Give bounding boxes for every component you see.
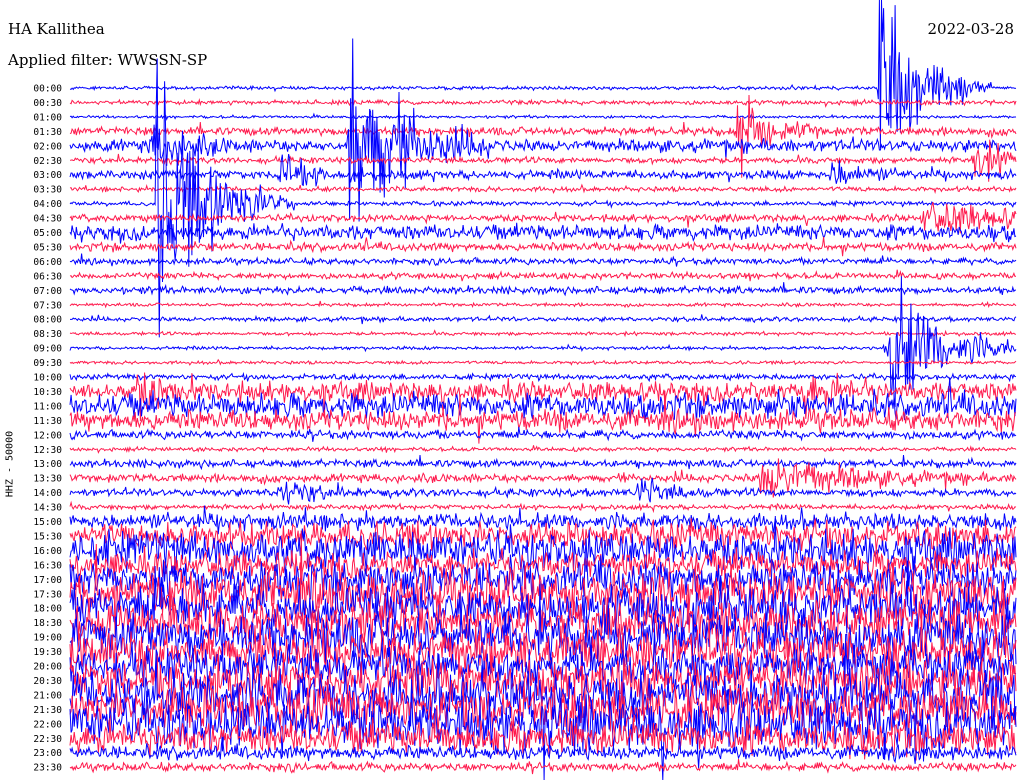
row-time-label: 06:30 — [33, 271, 62, 282]
y-axis-label-text: HHZ - 50000 — [4, 430, 16, 498]
row-time-label: 12:00 — [33, 430, 62, 441]
trace-line — [69, 98, 1017, 108]
row-time-label: 05:30 — [33, 242, 62, 253]
row-time-label: 00:30 — [33, 98, 62, 109]
trace-line — [69, 300, 1017, 309]
y-axis-label: HHZ - 50000 — [2, 424, 18, 504]
row-time-label: 05:00 — [33, 228, 62, 239]
row-time-label: 03:30 — [33, 185, 62, 196]
row-time-label: 21:30 — [33, 705, 62, 716]
row-time-label: 04:00 — [33, 199, 62, 210]
row-time-label: 04:30 — [33, 214, 62, 225]
row-time-label: 18:00 — [33, 604, 62, 615]
row-time-label: 09:30 — [33, 358, 62, 369]
row-time-label: 17:30 — [33, 589, 62, 600]
trace-line — [69, 58, 1017, 338]
trace-line — [69, 426, 1017, 442]
trace-line — [69, 94, 1017, 178]
trace-line — [69, 759, 1017, 775]
row-time-label: 10:30 — [33, 387, 62, 398]
trace-line — [69, 500, 1017, 514]
row-time-label: 01:30 — [33, 127, 62, 138]
row-time-label: 13:00 — [33, 459, 62, 470]
trace-line — [70, 314, 1017, 325]
trace-line — [69, 0, 1017, 149]
row-time-label: 14:00 — [33, 488, 62, 499]
trace-line — [69, 358, 1017, 366]
row-time-label: 02:30 — [33, 156, 62, 167]
row-time-label: 08:00 — [33, 315, 62, 326]
row-time-label: 17:00 — [33, 575, 62, 586]
row-time-label: 11:30 — [33, 416, 62, 427]
row-time-label: 16:00 — [33, 546, 62, 557]
row-time-label: 15:30 — [33, 531, 62, 542]
row-time-label: 07:30 — [33, 300, 62, 311]
trace-line — [69, 371, 1017, 383]
row-time-label: 08:30 — [33, 329, 62, 340]
row-time-label: 11:00 — [33, 401, 62, 412]
row-time-label: 20:00 — [33, 662, 62, 673]
row-time-label: 07:00 — [33, 286, 62, 297]
row-time-label: 23:30 — [33, 763, 62, 774]
row-time-label: 22:00 — [33, 719, 62, 730]
trace-line — [69, 445, 1017, 454]
row-time-label: 10:00 — [33, 373, 62, 384]
row-time-label: 15:00 — [33, 517, 62, 528]
row-time-label: 20:30 — [33, 676, 62, 687]
row-time-label: 22:30 — [33, 734, 62, 745]
row-time-label: 14:30 — [33, 503, 62, 514]
row-time-label: 16:30 — [33, 560, 62, 571]
row-time-label: 21:00 — [33, 690, 62, 701]
row-time-label: 01:00 — [33, 112, 62, 123]
row-time-label: 03:00 — [33, 170, 62, 181]
trace-line — [69, 253, 1017, 267]
row-time-label: 09:00 — [33, 344, 62, 355]
row-time-label: 23:00 — [33, 748, 62, 759]
trace-line — [69, 329, 1017, 338]
row-time-label: 06:00 — [33, 257, 62, 268]
trace-line — [69, 454, 1017, 471]
row-time-label: 19:30 — [33, 647, 62, 658]
row-time-label: 02:00 — [33, 141, 62, 152]
row-time-label: 13:30 — [33, 474, 62, 485]
row-time-label: 19:00 — [33, 633, 62, 644]
row-time-label: 18:30 — [33, 618, 62, 629]
row-time-label: 12:30 — [33, 445, 62, 456]
trace-line — [69, 183, 1017, 195]
trace-line — [69, 276, 1017, 408]
trace-line — [69, 112, 1017, 121]
trace-line — [69, 269, 1017, 282]
trace-line — [69, 505, 1017, 535]
helicorder-plot: 00:00 00:30 01:00 01:30 02:00 02:30 03:00 03:30… — [33, 0, 1017, 780]
trace-line — [69, 282, 1016, 297]
row-time-label: 00:00 — [33, 84, 62, 95]
